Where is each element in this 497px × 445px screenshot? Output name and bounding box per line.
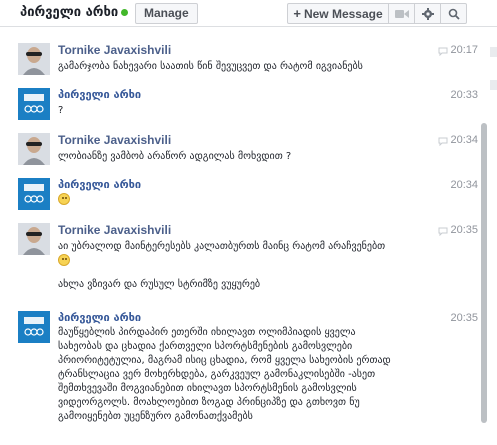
sender-name[interactable]: პირველი არხი: [58, 178, 141, 191]
message-time: 20:33: [450, 89, 478, 101]
settings-button[interactable]: [415, 3, 441, 24]
avatar[interactable]: [18, 311, 50, 343]
divider: [490, 47, 497, 57]
sender-name[interactable]: Tornike Javaxishvili: [58, 43, 171, 57]
message-line: პრიორიტეტულია, მაგრამ ისიც ცხადია, რომ ყ…: [58, 355, 391, 366]
search-icon: [448, 8, 460, 20]
reply-icon[interactable]: [438, 227, 448, 236]
message-line: შემთხვევაში მოგვიანებით იხილავთ სპორტსმე…: [58, 383, 357, 394]
channel-logo-icon: [18, 178, 50, 210]
page-title[interactable]: პირველი არხი: [20, 5, 118, 20]
message-text: ?: [58, 105, 64, 116]
smile-emoji: [58, 254, 70, 266]
channel-logo-icon: [18, 311, 50, 343]
reply-icon[interactable]: [438, 137, 448, 146]
gear-icon: [421, 7, 434, 20]
sender-name[interactable]: პირველი არხი: [58, 311, 141, 324]
message-line: ტრანსლაცია ვერ მოხერხდება, გარკვეულ გამო…: [58, 369, 376, 380]
avatar[interactable]: [18, 43, 50, 75]
video-camera-icon: [394, 9, 409, 18]
message-line: მაუწყებლის პირდაპირ ეთერში იხილავთ ოლიმპ…: [58, 327, 356, 338]
message-time: 20:34: [450, 134, 478, 146]
manage-button[interactable]: Manage: [135, 3, 198, 24]
plus-icon: +: [293, 6, 301, 21]
message-thread[interactable]: Tornike Javaxishvili 20:17 გამარჯობა ნახ…: [0, 27, 480, 445]
avatar[interactable]: [18, 133, 50, 165]
sender-name[interactable]: Tornike Javaxishvili: [58, 133, 171, 147]
message-time: 20:34: [450, 179, 478, 191]
new-message-label: New Message: [303, 7, 383, 21]
message-line: ვიდეორგოლს. მოახლოებით ზოგად პრინციპზე დ…: [58, 397, 360, 408]
reply-icon[interactable]: [438, 47, 448, 56]
message-text: ახლა ვზივარ და რუსულ სტრიმზე ვუყურებ: [58, 279, 261, 290]
smile-emoji: [58, 193, 70, 205]
message-text: [58, 193, 468, 208]
message-line: გამოიყენებთ უცენზურო გამონათქვამებს: [58, 411, 253, 422]
search-button[interactable]: [441, 3, 467, 24]
user-avatar-icon: [18, 223, 50, 255]
user-avatar-icon: [18, 133, 50, 165]
message-text: გამარჯობა ნახევარი საათის წინ შევუცვეთ დ…: [58, 61, 363, 72]
avatar[interactable]: [18, 88, 50, 120]
video-call-button[interactable]: [389, 3, 415, 24]
divider: [490, 80, 497, 90]
message-text: ლობიანზე ვამბობ არაწორ ადგილას მოხვდით ?: [58, 151, 292, 162]
user-avatar-icon: [18, 43, 50, 75]
avatar[interactable]: [18, 223, 50, 255]
message-time: 20:35: [450, 312, 478, 324]
sender-name[interactable]: პირველი არხი: [58, 88, 141, 101]
online-status-dot: [121, 9, 128, 16]
message-time: 20:35: [450, 224, 478, 236]
avatar[interactable]: [18, 178, 50, 210]
message-time: 20:17: [450, 44, 478, 56]
channel-logo-icon: [18, 88, 50, 120]
message-line: აი უბრალოდ მაინტერესებს კალათბურთს მაინც…: [58, 241, 386, 252]
new-message-button[interactable]: + New Message: [287, 3, 389, 24]
conversation-header: პირველი არხი Manage + New Message: [0, 0, 497, 27]
sender-name[interactable]: Tornike Javaxishvili: [58, 223, 171, 237]
message-text: აი უბრალოდ მაინტერესებს კალათბურთს მაინც…: [58, 240, 468, 269]
scrollbar-thumb[interactable]: [481, 123, 487, 423]
message-line: სახეობას და ცხადია ქართველი სპორტსმენები…: [58, 341, 353, 352]
message-text: მაუწყებლის პირდაპირ ეთერში იხილავთ ოლიმპ…: [58, 326, 468, 424]
